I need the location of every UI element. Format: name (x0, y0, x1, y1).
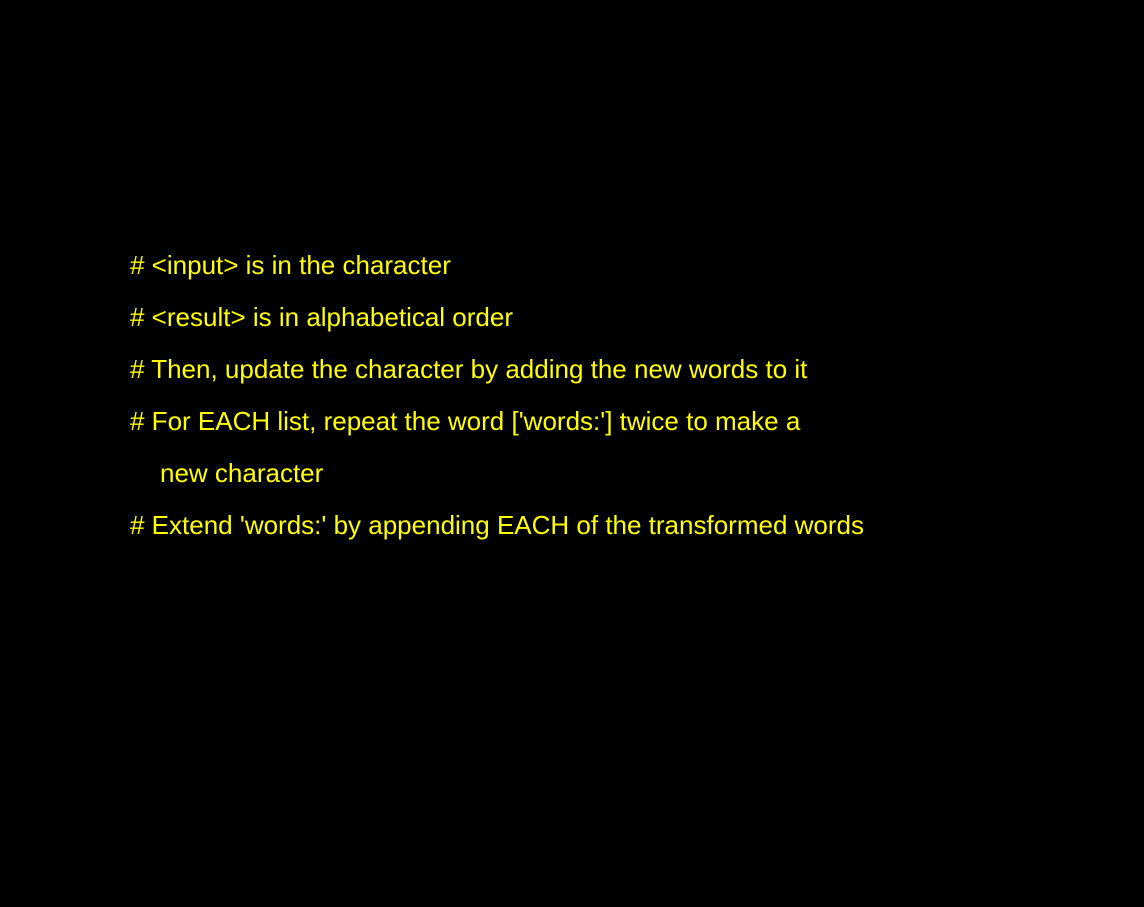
comment-line-input: # <input> is in the character (130, 250, 451, 280)
comment-line-repeat: # For EACH list, repeat the word ['words… (130, 406, 801, 436)
comment-block: # <input> is in the character # <result>… (130, 239, 1120, 551)
comment-line-extend: # Extend 'words:' by appending EACH of t… (130, 510, 864, 540)
slide-canvas: # <input> is in the character # <result>… (0, 0, 1144, 907)
comment-line-repeat-continuation: new character (160, 458, 324, 488)
comment-line-update: # Then, update the character by adding t… (130, 354, 808, 384)
comment-line-result: # <result> is in alphabetical order (130, 302, 514, 332)
